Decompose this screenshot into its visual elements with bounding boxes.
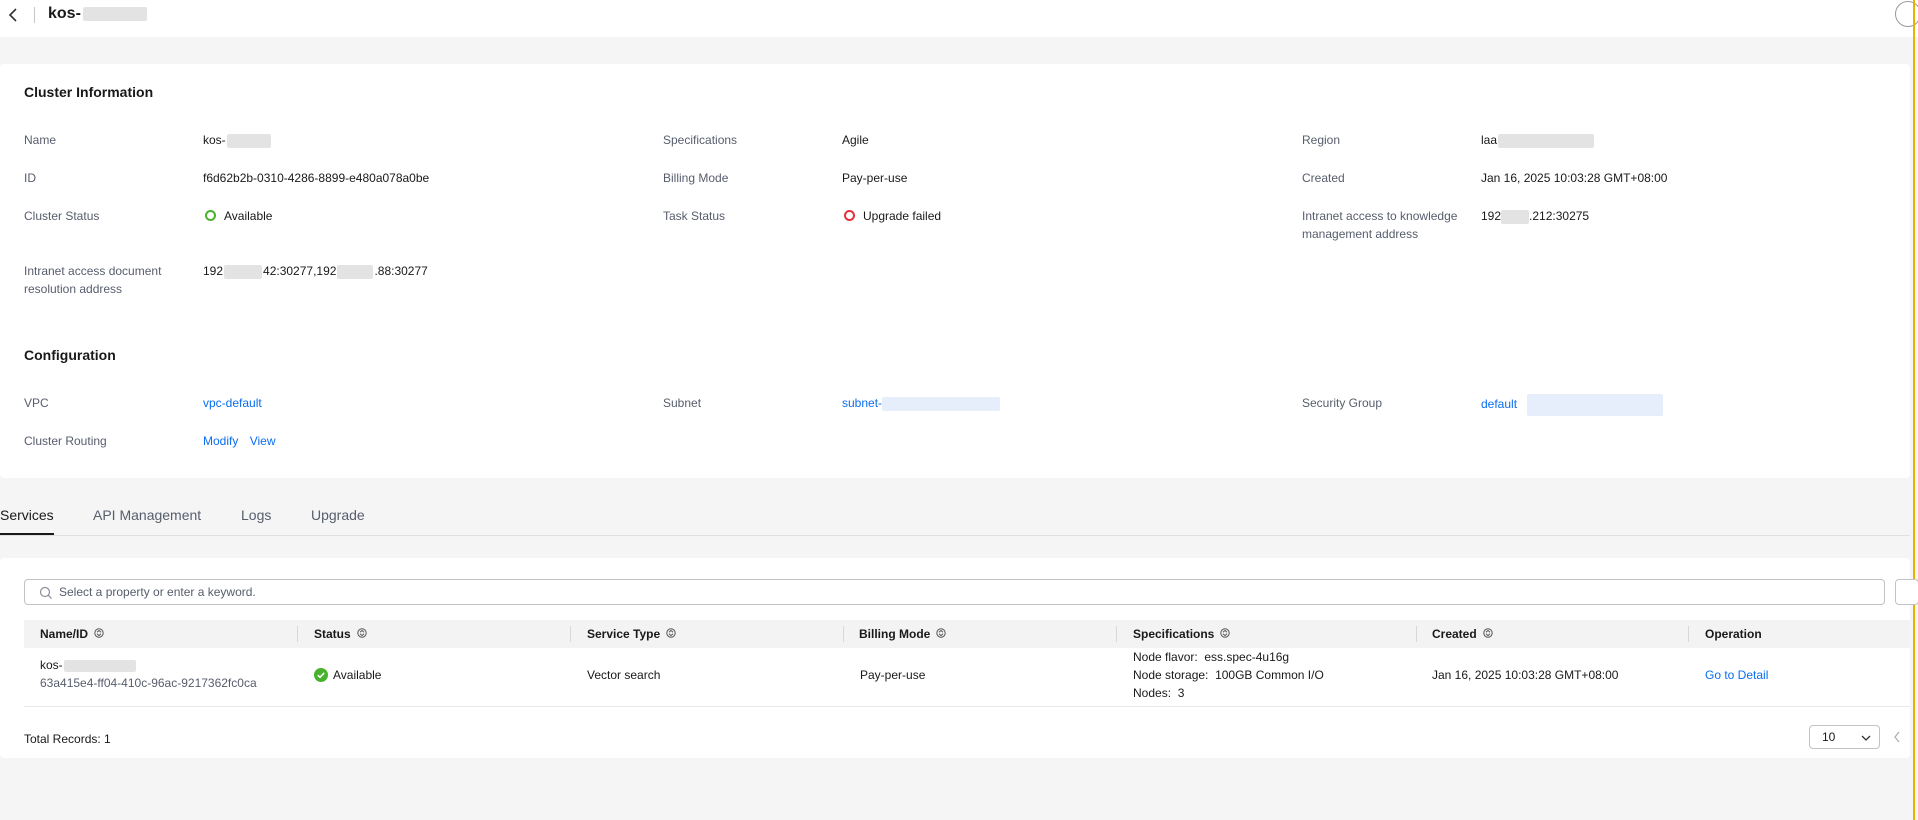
page-size-value: 10 bbox=[1822, 730, 1836, 744]
back-arrow-icon[interactable] bbox=[6, 6, 22, 24]
id-label: ID bbox=[24, 171, 36, 185]
vpc-link[interactable]: vpc-default bbox=[203, 394, 262, 412]
sort-icon[interactable] bbox=[1220, 627, 1231, 641]
security-group-label: Security Group bbox=[1302, 396, 1383, 410]
column-status[interactable]: Status bbox=[314, 627, 367, 641]
table-row: kos- 63a415e4-ff04-410c-96ac-9217362fc0c… bbox=[24, 648, 1910, 707]
tab-logs[interactable]: Logs bbox=[241, 507, 271, 523]
service-billing-mode: Pay-per-use bbox=[860, 668, 926, 682]
modify-routing-link[interactable]: Modify bbox=[203, 434, 238, 448]
table-header: Name/ID Status Service Type Billing Mode… bbox=[24, 620, 1910, 648]
search-option-button[interactable] bbox=[1895, 579, 1918, 605]
page-size-select[interactable]: 10 bbox=[1809, 725, 1880, 749]
intranet-document-label: Intranet access document resolution addre… bbox=[24, 264, 162, 296]
chevron-down-icon bbox=[1860, 732, 1872, 746]
region-label: Region bbox=[1302, 133, 1341, 147]
specifications-label: Specifications bbox=[663, 133, 738, 147]
intranet-knowledge-label: Intranet access to knowledge management a… bbox=[1302, 209, 1458, 241]
spec-nodes: Nodes: 3 bbox=[1133, 686, 1185, 700]
task-status-label: Task Status bbox=[663, 209, 726, 223]
tab-upgrade[interactable]: Upgrade bbox=[311, 507, 365, 523]
service-id: 63a415e4-ff04-410c-96ac-9217362fc0ca bbox=[40, 676, 257, 690]
column-billing-mode[interactable]: Billing Mode bbox=[859, 627, 947, 641]
go-to-detail-link[interactable]: Go to Detail bbox=[1705, 666, 1768, 684]
billing-mode-label: Billing Mode bbox=[663, 171, 729, 185]
tab-api-management[interactable]: API Management bbox=[93, 507, 201, 523]
spec-node-flavor: Node flavor: ess.spec-4u16g bbox=[1133, 650, 1290, 664]
column-operation: Operation bbox=[1705, 627, 1762, 641]
column-name-id[interactable]: Name/ID bbox=[40, 627, 104, 641]
cluster-routing-label: Cluster Routing bbox=[24, 434, 107, 448]
service-created: Jan 16, 2025 10:03:28 GMT+08:00 bbox=[1432, 668, 1619, 682]
cluster-status-value: Available bbox=[205, 207, 272, 225]
previous-page-icon[interactable] bbox=[1892, 730, 1902, 747]
column-specifications[interactable]: Specifications bbox=[1133, 627, 1231, 641]
sort-icon[interactable] bbox=[666, 627, 676, 641]
sort-icon[interactable] bbox=[936, 627, 947, 641]
cluster-info-title: Cluster Information bbox=[24, 84, 154, 100]
cluster-routing-actions: Modify View bbox=[203, 432, 275, 450]
configuration-title: Configuration bbox=[24, 347, 116, 363]
created-label: Created bbox=[1302, 171, 1345, 185]
top-bar: kos- bbox=[0, 0, 1918, 37]
column-created[interactable]: Created bbox=[1432, 627, 1493, 641]
column-service-type[interactable]: Service Type bbox=[587, 627, 676, 641]
search-input[interactable]: Select a property or enter a keyword. bbox=[24, 579, 1885, 605]
task-status-value: Upgrade failed bbox=[844, 207, 941, 225]
spec-node-storage: Node storage: 100GB Common I/O bbox=[1133, 668, 1324, 682]
check-circle-icon bbox=[314, 667, 328, 682]
search-icon bbox=[39, 586, 53, 600]
intranet-knowledge-value: 192.212:30275 bbox=[1481, 209, 1590, 224]
search-placeholder: Select a property or enter a keyword. bbox=[59, 585, 256, 599]
page-title: kos- bbox=[48, 5, 147, 23]
name-value: kos- bbox=[203, 131, 271, 149]
service-name: kos- bbox=[40, 656, 136, 674]
tab-services[interactable]: Services bbox=[0, 507, 54, 523]
region-value: laa bbox=[1481, 131, 1595, 149]
specifications-value: Agile bbox=[842, 133, 869, 147]
title-divider bbox=[34, 7, 35, 23]
services-table-card: Select a property or enter a keyword. Na… bbox=[0, 558, 1918, 758]
failed-status-icon bbox=[844, 210, 855, 222]
service-type: Vector search bbox=[587, 668, 661, 682]
window-edge-bar bbox=[1913, 0, 1915, 820]
subnet-link[interactable]: subnet- bbox=[842, 394, 1001, 412]
cluster-info-card: Cluster Information Name kos- Specificat… bbox=[0, 64, 1910, 478]
active-tab-indicator bbox=[0, 533, 54, 535]
id-value: f6d62b2b-0310-4286-8899-e480a078a0be bbox=[203, 171, 430, 185]
cluster-status-label: Cluster Status bbox=[24, 209, 100, 223]
total-records: Total Records: 1 bbox=[24, 732, 111, 746]
view-routing-link[interactable]: View bbox=[250, 434, 276, 448]
subnet-label: Subnet bbox=[663, 396, 702, 410]
intranet-document-value: 192 42:30277,192.88:30277 bbox=[203, 264, 428, 279]
detail-tabs: Services API Management Logs Upgrade bbox=[0, 495, 1910, 536]
service-status: Available bbox=[314, 666, 381, 684]
sort-icon[interactable] bbox=[1482, 627, 1493, 641]
sort-icon[interactable] bbox=[94, 627, 104, 641]
available-status-icon bbox=[205, 210, 216, 222]
security-group-link[interactable]: default bbox=[1481, 394, 1664, 416]
created-value: Jan 16, 2025 10:03:28 GMT+08:00 bbox=[1481, 171, 1668, 185]
vpc-label: VPC bbox=[24, 396, 49, 410]
redacted-block bbox=[82, 6, 147, 21]
name-label: Name bbox=[24, 133, 57, 147]
sort-icon[interactable] bbox=[356, 627, 367, 641]
billing-mode-value: Pay-per-use bbox=[842, 171, 908, 185]
